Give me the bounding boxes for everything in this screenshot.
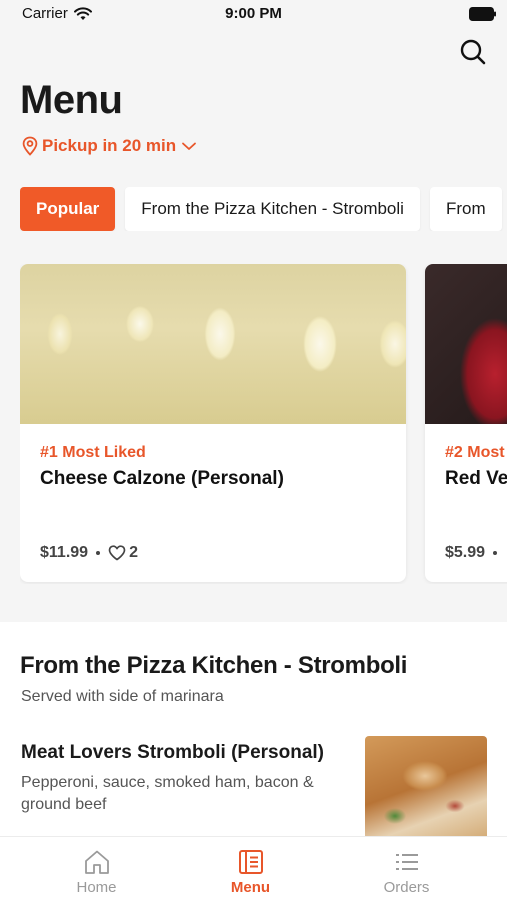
category-pill-stromboli[interactable]: From the Pizza Kitchen - Stromboli [125,187,420,231]
status-bar: Carrier 9:00 PM [0,0,507,30]
tab-home-label: Home [76,879,117,896]
location-pin-icon [22,136,38,156]
home-icon [84,850,109,874]
tab-orders-label: Orders [383,879,430,896]
section-subtitle: Served with side of marinara [21,688,224,705]
pickup-selector[interactable]: Pickup in 20 min [22,136,198,156]
category-tabs: Popular From the Pizza Kitchen - Strombo… [20,187,507,231]
search-button[interactable] [459,38,487,66]
tab-orders[interactable]: Orders [322,837,491,900]
heart-icon [108,545,126,561]
like-count-value: 2 [129,544,138,561]
category-pill-popular[interactable]: Popular [20,187,116,231]
menu-item-name[interactable]: Meat Lovers Stromboli (Personal) [21,742,324,764]
featured-card[interactable]: #1 Most Liked Cheese Calzone (Personal) … [20,264,406,582]
menu-item-image[interactable] [365,736,487,846]
tab-menu-label: Menu [230,879,271,896]
tab-bar: Home Menu Orders [0,836,507,900]
featured-card-name: Cheese Calzone (Personal) [40,468,284,489]
featured-card-rank: #2 Most [445,444,505,461]
featured-card[interactable]: #2 Most Red Ve $5.99 [425,264,507,582]
tab-menu[interactable]: Menu [166,837,335,900]
pickup-label: Pickup in 20 min [42,136,177,155]
chevron-down-icon [182,142,197,150]
featured-card-image [425,264,507,424]
separator-dot [493,551,498,555]
featured-card-name: Red Ve [445,468,507,489]
featured-card-image [20,264,406,424]
featured-card-price: $11.99 [40,544,89,561]
like-count[interactable]: 2 [108,544,138,562]
category-pill-from[interactable]: From [429,187,502,231]
menu-book-icon [238,850,263,874]
tab-home[interactable]: Home [12,837,181,900]
featured-card-meta: $11.99 2 [40,544,138,562]
featured-carousel: #1 Most Liked Cheese Calzone (Personal) … [20,264,507,584]
battery-icon [469,7,496,21]
featured-card-rank: #1 Most Liked [40,444,146,461]
menu-section: From the Pizza Kitchen - Stromboli Serve… [0,622,507,846]
status-time: 9:00 PM [225,5,282,22]
section-title: From the Pizza Kitchen - Stromboli [20,652,408,679]
search-icon [460,39,486,65]
featured-card-price: $5.99 [445,544,486,561]
featured-card-meta: $5.99 [445,544,498,562]
separator-dot [96,551,101,555]
page-title: Menu [20,78,123,122]
menu-item-description: Pepperoni, sauce, smoked ham, bacon & gr… [21,774,314,813]
list-icon [395,854,418,870]
